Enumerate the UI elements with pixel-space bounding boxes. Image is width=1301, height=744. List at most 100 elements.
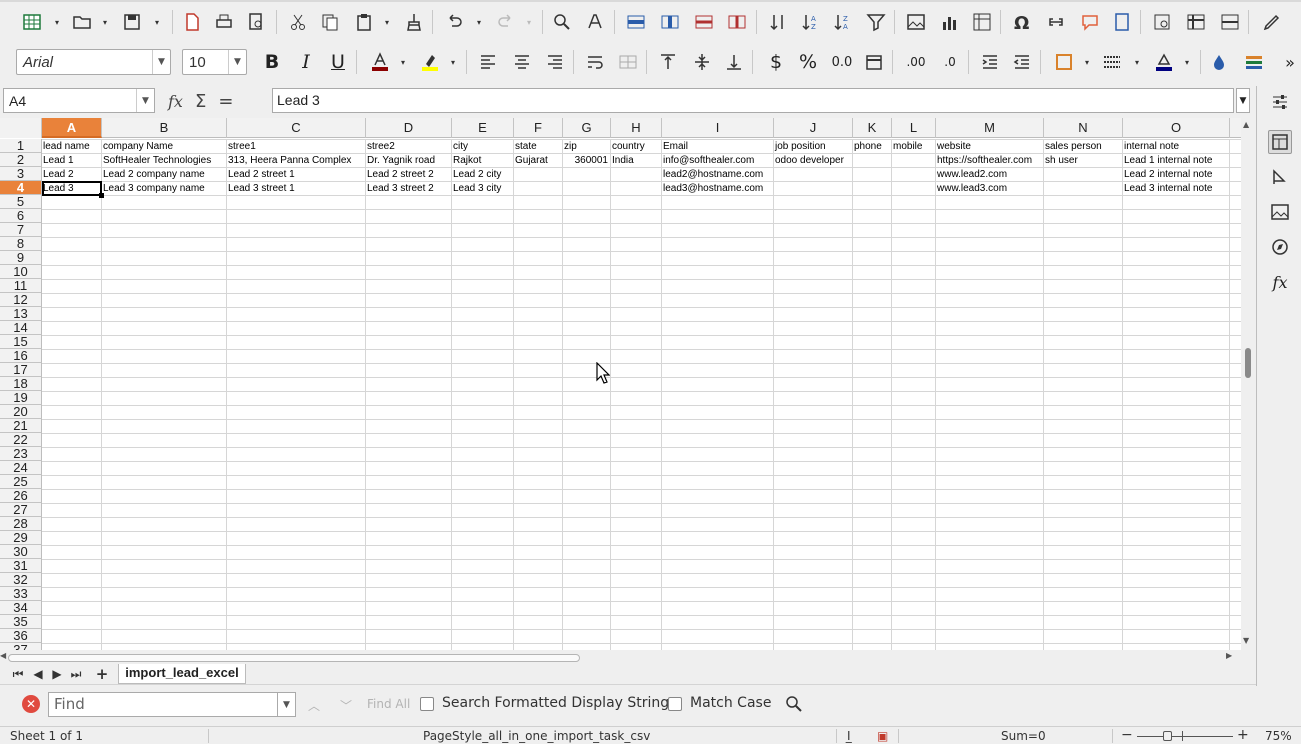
cell[interactable]: Lead 2 street 2	[366, 168, 451, 182]
row-header[interactable]: 10	[0, 265, 42, 279]
add-sheet-icon[interactable]: +	[94, 665, 110, 683]
row-header[interactable]: 25	[0, 475, 42, 489]
row-header[interactable]: 6	[0, 209, 42, 223]
wrap-text-icon[interactable]	[583, 50, 607, 74]
borders-dropdown-icon[interactable]: ▾	[1082, 50, 1092, 74]
column-header[interactable]: E	[452, 118, 514, 138]
cell-styles-icon[interactable]	[1242, 50, 1266, 74]
print-icon[interactable]	[212, 10, 236, 34]
sum-icon[interactable]: Σ	[195, 91, 206, 112]
align-right-icon[interactable]	[543, 50, 567, 74]
delete-row-icon[interactable]	[692, 10, 716, 34]
underline-icon[interactable]: U	[326, 50, 350, 74]
first-sheet-icon[interactable]: ⏮	[10, 666, 26, 682]
row-header[interactable]: 32	[0, 573, 42, 587]
find-replace-dialog-icon[interactable]	[782, 692, 806, 716]
match-case-checkbox[interactable]	[668, 697, 682, 711]
row-header[interactable]: 23	[0, 447, 42, 461]
new-dropdown-icon[interactable]: ▾	[52, 10, 62, 34]
row-header[interactable]: 13	[0, 307, 42, 321]
cut-icon[interactable]	[286, 10, 310, 34]
percent-icon[interactable]: %	[796, 50, 820, 74]
cell[interactable]: job position	[774, 140, 852, 154]
border-color-icon[interactable]	[1152, 50, 1176, 74]
zoom-out-icon[interactable]: −	[1121, 727, 1133, 743]
bold-icon[interactable]: B	[260, 50, 284, 74]
column-header[interactable]: A	[42, 118, 102, 138]
row-header[interactable]: 22	[0, 433, 42, 447]
vertical-scroll-thumb[interactable]	[1245, 348, 1251, 378]
clone-formatting-icon[interactable]	[402, 10, 426, 34]
formula-input[interactable]: Lead 3	[272, 88, 1234, 113]
row-header[interactable]: 35	[0, 615, 42, 629]
row-header[interactable]: 28	[0, 517, 42, 531]
cell[interactable]: internal note	[1123, 140, 1229, 154]
selection-sum[interactable]: Sum=0	[1001, 729, 1046, 743]
previous-sheet-icon[interactable]: ◀	[30, 666, 46, 682]
vertical-scrollbar[interactable]: ▲ ▼	[1241, 118, 1256, 650]
row-header[interactable]: 7	[0, 223, 42, 237]
cell[interactable]: India	[611, 154, 661, 168]
border-style-icon[interactable]	[1100, 50, 1124, 74]
italic-icon[interactable]: I	[294, 50, 318, 74]
border-color-dropdown-icon[interactable]: ▾	[1182, 50, 1192, 74]
print-preview-icon[interactable]	[244, 10, 268, 34]
row-header[interactable]: 12	[0, 293, 42, 307]
cell[interactable]: SoftHealer Technologies	[102, 154, 226, 168]
column-header[interactable]: H	[611, 118, 662, 138]
chevron-down-icon[interactable]: ▼	[136, 89, 154, 112]
cell[interactable]: 313, Heera Panna Complex	[227, 154, 365, 168]
navigator-icon[interactable]	[1268, 235, 1292, 259]
cell[interactable]: Lead 3 street 1	[227, 182, 365, 196]
row-header[interactable]: 4	[0, 181, 42, 195]
cell[interactable]: Email	[662, 140, 773, 154]
row-header[interactable]: 3	[0, 167, 42, 181]
delete-decimal-icon[interactable]: .0	[938, 50, 962, 74]
date-format-icon[interactable]	[862, 50, 886, 74]
row-header[interactable]: 19	[0, 391, 42, 405]
currency-icon[interactable]: $	[764, 50, 788, 74]
row-header[interactable]: 27	[0, 503, 42, 517]
page-style[interactable]: PageStyle_all_in_one_import_task_csv	[423, 729, 650, 743]
cell[interactable]: Dr. Yagnik road	[366, 154, 451, 168]
font-name-combo[interactable]: Arial ▼	[16, 49, 171, 75]
cell[interactable]: Lead 3 company name	[102, 182, 226, 196]
gallery-icon[interactable]	[1268, 200, 1292, 224]
add-decimal-icon[interactable]: .00	[904, 50, 928, 74]
column-header[interactable]: G	[563, 118, 611, 138]
row-header[interactable]: 17	[0, 363, 42, 377]
sort-icon[interactable]	[766, 10, 790, 34]
horizontal-scroll-thumb[interactable]	[8, 654, 580, 662]
zoom-slider[interactable]	[1137, 736, 1233, 737]
zoom-slider-thumb[interactable]	[1163, 731, 1172, 741]
name-box[interactable]: A4 ▼	[3, 88, 155, 113]
row-header[interactable]: 30	[0, 545, 42, 559]
select-all-corner[interactable]	[0, 118, 42, 138]
pivot-table-icon[interactable]	[970, 10, 994, 34]
cell[interactable]: company Name	[102, 140, 226, 154]
styles-icon[interactable]	[1268, 165, 1292, 189]
search-formatted-checkbox[interactable]	[420, 697, 434, 711]
cell[interactable]: www.lead3.com	[936, 182, 1043, 196]
paste-icon[interactable]	[352, 10, 376, 34]
cell[interactable]: stree1	[227, 140, 365, 154]
undo-icon[interactable]	[442, 10, 466, 34]
decrease-indent-icon[interactable]	[1010, 50, 1034, 74]
borders-icon[interactable]	[1052, 50, 1076, 74]
cell[interactable]: lead3@hostname.com	[662, 182, 773, 196]
delete-column-icon[interactable]	[725, 10, 749, 34]
highlight-dropdown-icon[interactable]: ▾	[448, 50, 458, 74]
font-color-dropdown-icon[interactable]: ▾	[398, 50, 408, 74]
cell[interactable]: info@softhealer.com	[662, 154, 773, 168]
row-header[interactable]: 2	[0, 153, 42, 167]
scroll-down-icon[interactable]: ▼	[1243, 636, 1249, 645]
cell-cursor[interactable]	[42, 181, 102, 196]
row-header[interactable]: 11	[0, 279, 42, 293]
functions-icon[interactable]: fx	[1268, 270, 1292, 294]
cell[interactable]: sh user	[1044, 154, 1122, 168]
undo-dropdown-icon[interactable]: ▾	[474, 10, 484, 34]
chevron-down-icon[interactable]: ▼	[152, 50, 170, 74]
sheet-tab[interactable]: import_lead_excel	[118, 664, 246, 684]
cell[interactable]: lead2@hostname.com	[662, 168, 773, 182]
cell[interactable]: Lead 2	[42, 168, 101, 182]
